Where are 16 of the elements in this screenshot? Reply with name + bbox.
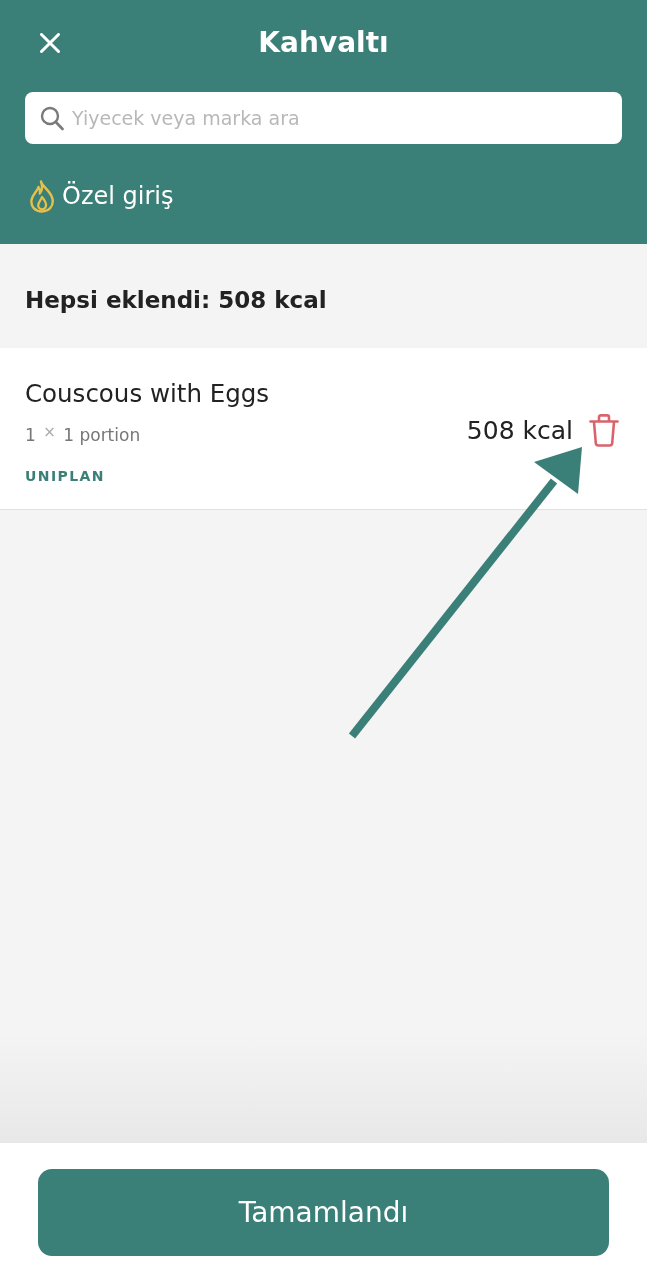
close-icon [40, 33, 60, 53]
custom-entry-button[interactable]: Özel giriş [25, 179, 174, 213]
flame-icon [29, 179, 55, 213]
close-button[interactable] [40, 33, 60, 53]
summary-text: Hepsi eklendi: 508 kcal [25, 286, 327, 315]
source-label: UNIPLAN [25, 467, 105, 485]
screen-title: Kahvaltı [258, 25, 389, 61]
portion-text: 1 $^{×}$ 1 portion [25, 423, 141, 447]
done-button[interactable]: Tamamlandı [38, 1169, 609, 1256]
search-icon [40, 106, 64, 131]
calories-text: 508 kcal [466, 414, 573, 447]
food-name: Couscous with Eggs [25, 378, 270, 410]
search-field[interactable]: Yiyecek veya marka ara [25, 92, 622, 144]
delete-button[interactable] [589, 414, 619, 447]
trash-icon [589, 414, 619, 447]
food-entry-card[interactable]: Couscous with Eggs 1 $^{×}$ 1 portion UNIPLAN 508 kcal [0, 348, 647, 510]
